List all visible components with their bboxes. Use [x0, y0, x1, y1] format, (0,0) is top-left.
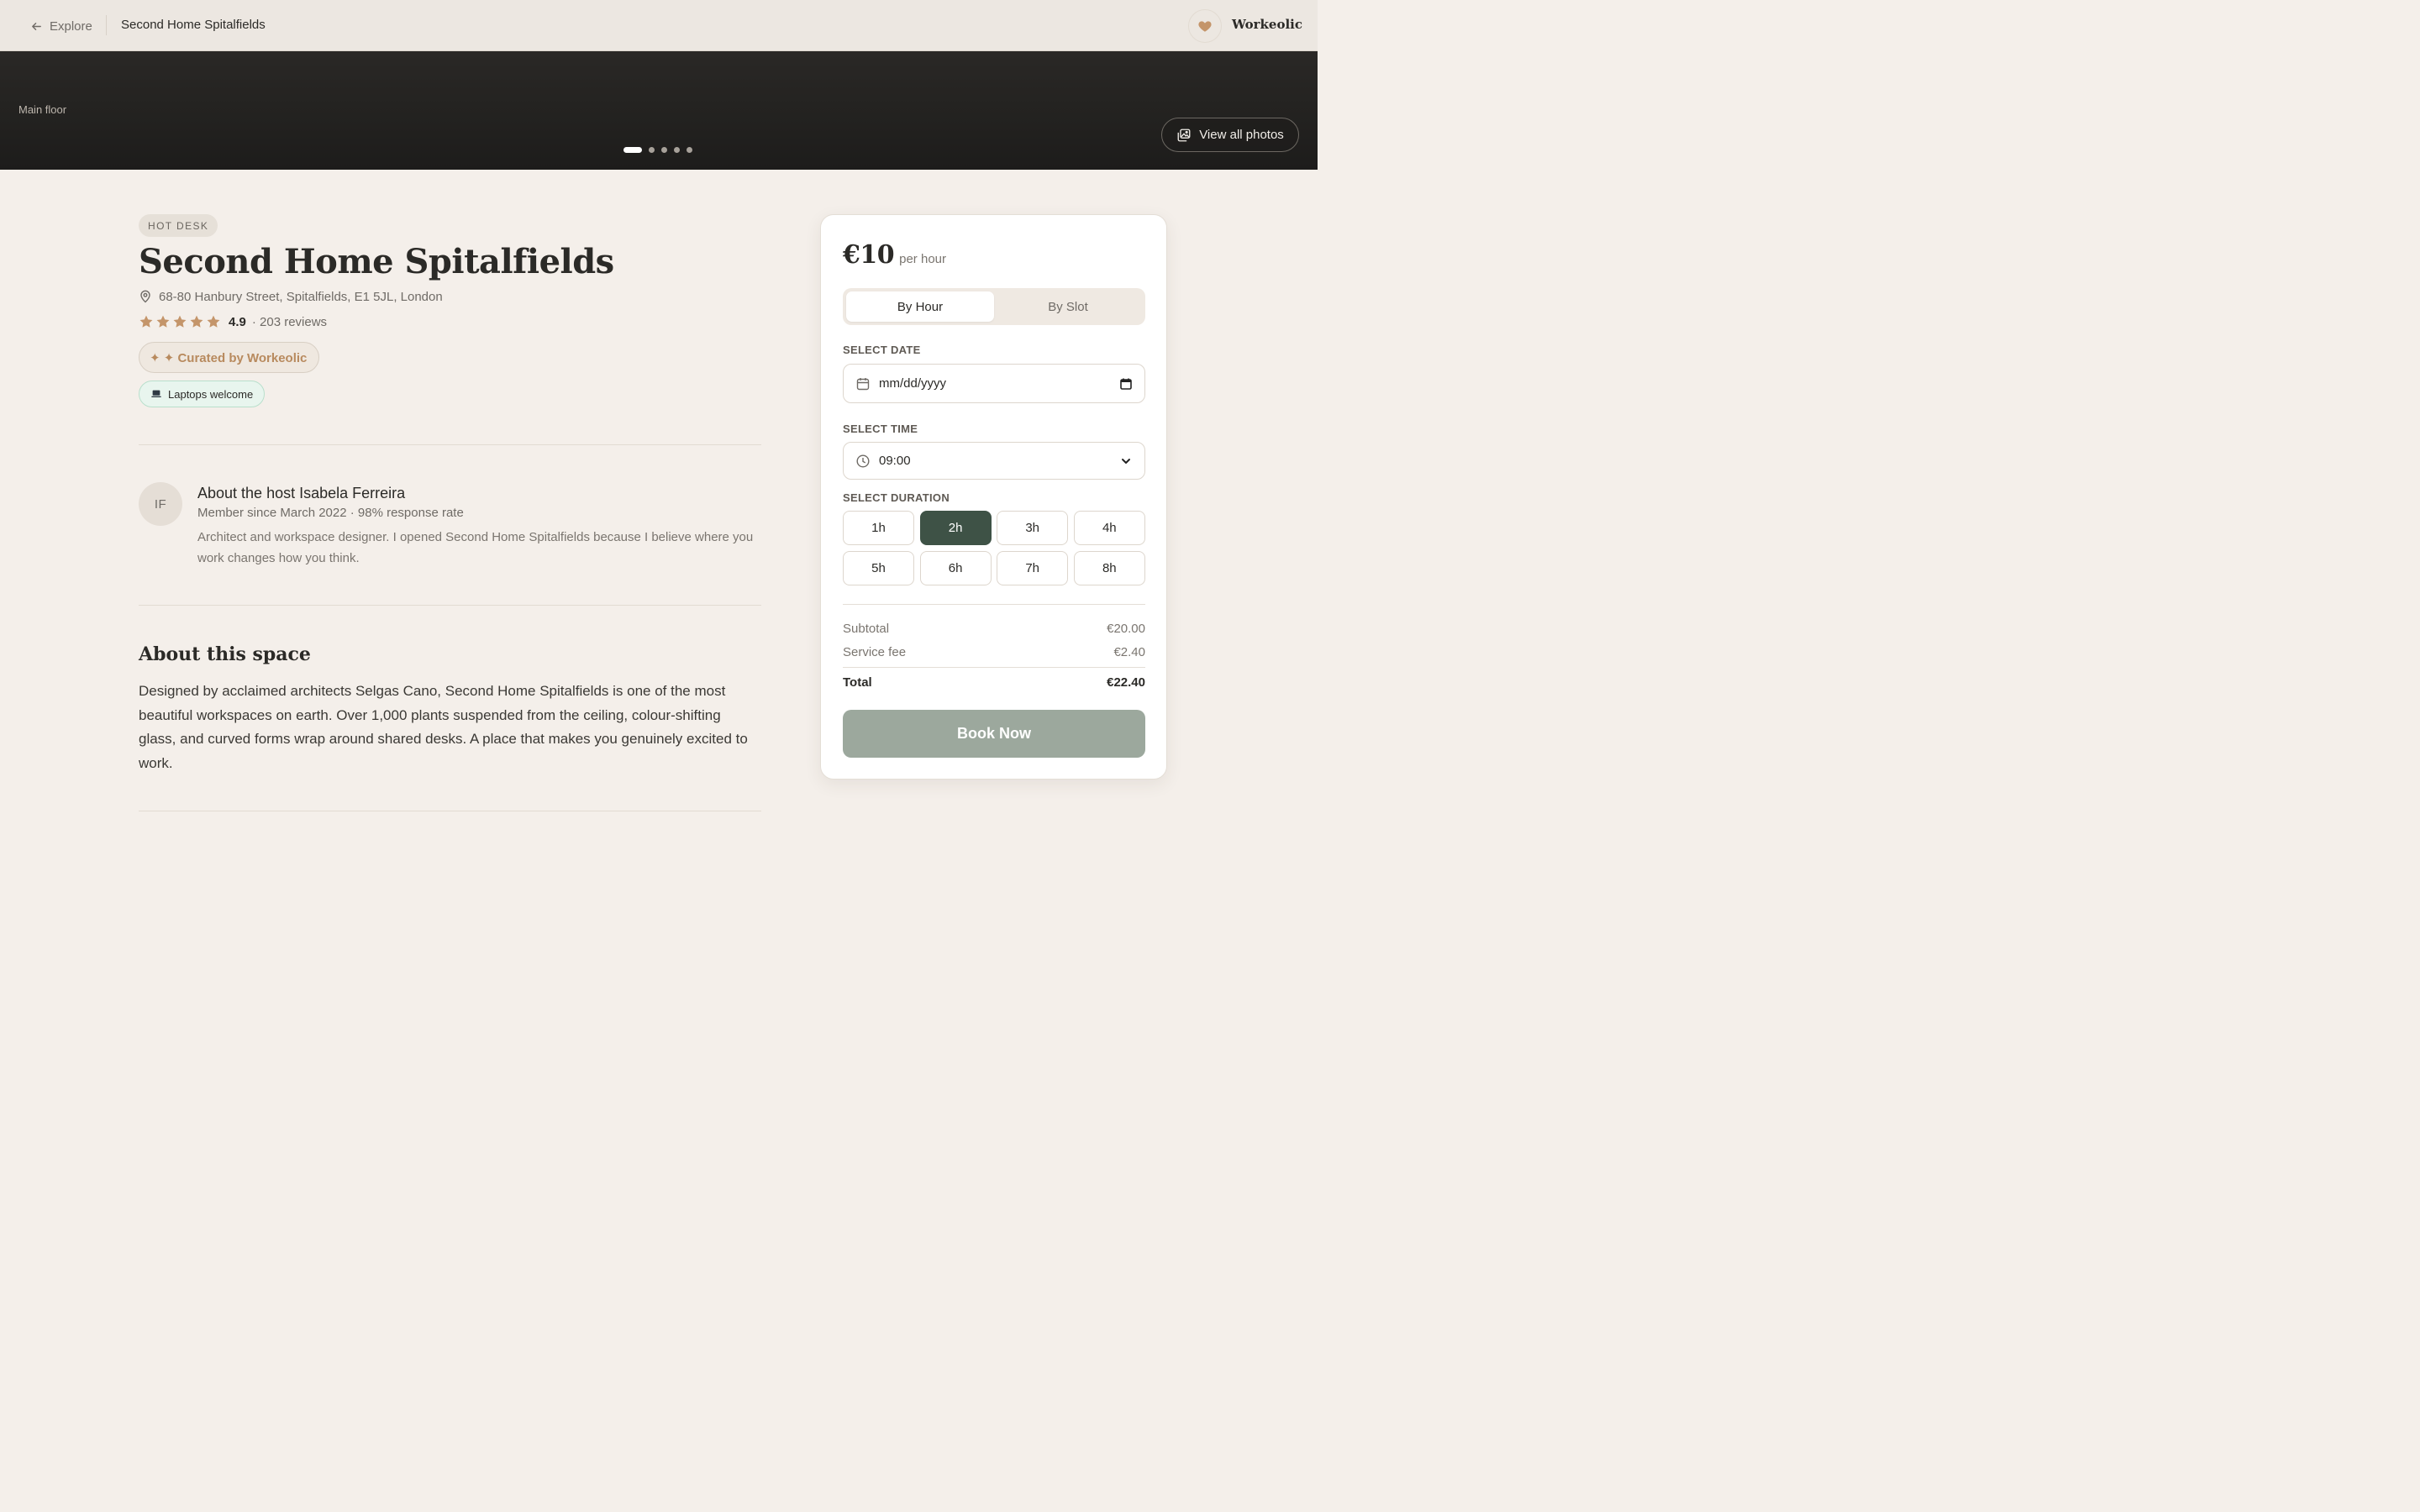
- space-type-badge: HOT DESK: [139, 214, 218, 237]
- total-row: Total €22.40: [843, 675, 1145, 690]
- brand-logo[interactable]: Workeolic: [1232, 17, 1302, 32]
- date-input[interactable]: mm/dd/yyyy: [843, 364, 1145, 403]
- section-divider: [139, 444, 761, 445]
- gallery-dot[interactable]: [661, 146, 667, 153]
- arrow-left-icon: [32, 22, 41, 30]
- booking-mode-toggle: By Hour By Slot: [843, 288, 1145, 325]
- total-value: €22.40: [1107, 675, 1145, 690]
- topbar-divider: [106, 15, 107, 35]
- gallery-dot[interactable]: [623, 146, 642, 153]
- hero-gallery[interactable]: Main floor View all photos: [0, 51, 1318, 170]
- star-icon: [190, 315, 203, 328]
- host-avatar[interactable]: IF: [139, 482, 182, 526]
- tab-by-hour[interactable]: By Hour: [846, 291, 994, 322]
- favorite-button[interactable]: [1188, 9, 1222, 43]
- total-label: Total: [843, 675, 872, 690]
- section-divider: [139, 605, 761, 606]
- price-unit: per hour: [899, 252, 946, 266]
- time-value: 09:00: [879, 454, 911, 468]
- about-text: Designed by acclaimed architects Selgas …: [139, 683, 748, 771]
- heart-icon: [1198, 21, 1212, 32]
- duration-2h[interactable]: 2h: [919, 511, 992, 545]
- service-fee-label: Service fee: [843, 645, 907, 659]
- subtotal-label: Subtotal: [843, 622, 890, 636]
- date-placeholder: mm/dd/yyyy: [879, 376, 947, 391]
- about-heading: About this space: [139, 643, 311, 665]
- photos-icon: [1177, 129, 1191, 141]
- host-title: About the host Isabela Ferreira: [197, 485, 406, 501]
- map-pin-icon: [140, 290, 150, 303]
- gallery-dot[interactable]: [649, 146, 655, 153]
- book-now-button[interactable]: Book Now: [843, 710, 1145, 758]
- host-meta: Member since March 2022 · 98% response r…: [197, 506, 464, 520]
- duration-8h[interactable]: 8h: [1073, 551, 1145, 585]
- back-link-label: Explore: [50, 18, 92, 34]
- listing-address: 68-80 Hanbury Street, Spitalfields, E1 5…: [139, 288, 443, 305]
- star-icon: [173, 315, 187, 328]
- price-amount: €10: [843, 240, 895, 270]
- tab-by-slot[interactable]: By Slot: [994, 291, 1142, 322]
- time-select[interactable]: 09:00: [843, 442, 1145, 480]
- chevron-down-icon: [1122, 458, 1130, 464]
- top-bar: Explore Second Home Spitalfields Workeol…: [0, 0, 1318, 51]
- duration-4h[interactable]: 4h: [1073, 511, 1145, 545]
- amenity-label: Laptops welcome: [168, 387, 254, 401]
- star-icon: [156, 315, 170, 328]
- photo-caption: Main floor: [18, 103, 67, 116]
- address-text: 68-80 Hanbury Street, Spitalfields, E1 5…: [159, 289, 443, 304]
- duration-7h[interactable]: 7h: [997, 551, 1069, 585]
- page-title: Second Home Spitalfields: [121, 18, 266, 32]
- star-rating: [139, 314, 221, 329]
- amenity-badge: Laptops welcome: [139, 381, 266, 407]
- duration-label: SELECT DURATION: [843, 491, 950, 504]
- star-icon: [139, 315, 153, 328]
- service-fee-row: Service fee €2.40: [843, 645, 1145, 659]
- calendar-icon: [856, 377, 870, 390]
- star-icon: [207, 315, 220, 328]
- subtotal-row: Subtotal €20.00: [843, 622, 1145, 636]
- curated-badge: ✦ ✦ Curated by Workeolic: [139, 342, 320, 373]
- host-bio: Architect and workspace designer. I open…: [197, 530, 754, 565]
- review-count[interactable]: · 203 reviews: [252, 315, 327, 329]
- date-label: SELECT DATE: [843, 344, 921, 356]
- gallery-dot[interactable]: [674, 146, 680, 153]
- duration-options: 1h 2h 3h 4h 5h 6h 7h 8h: [843, 511, 1145, 585]
- time-label: SELECT TIME: [843, 423, 918, 435]
- price-divider: [843, 604, 1145, 605]
- laptop-icon: [151, 390, 161, 398]
- duration-1h[interactable]: 1h: [843, 511, 914, 545]
- listing-title: Second Home Spitalfields: [139, 242, 614, 281]
- gallery-dot[interactable]: [687, 146, 692, 153]
- back-explore-link[interactable]: Explore: [30, 16, 92, 36]
- duration-6h[interactable]: 6h: [919, 551, 992, 585]
- subtotal-value: €20.00: [1107, 622, 1145, 636]
- view-all-photos-label: View all photos: [1199, 128, 1284, 142]
- total-divider: [843, 667, 1145, 668]
- service-fee-value: €2.40: [1113, 645, 1145, 659]
- price: €10 per hour: [843, 240, 946, 270]
- gallery-dots: [623, 146, 692, 153]
- view-all-photos-button[interactable]: View all photos: [1161, 118, 1299, 152]
- rating-score: 4.9: [229, 314, 246, 329]
- duration-3h[interactable]: 3h: [997, 511, 1069, 545]
- clock-icon: [856, 454, 870, 468]
- duration-5h[interactable]: 5h: [843, 551, 914, 585]
- calendar-picker-icon[interactable]: [1119, 377, 1133, 391]
- booking-card: €10 per hour By Hour By Slot SELECT DATE…: [820, 214, 1167, 780]
- rating-summary[interactable]: 4.9 · 203 reviews: [139, 313, 327, 330]
